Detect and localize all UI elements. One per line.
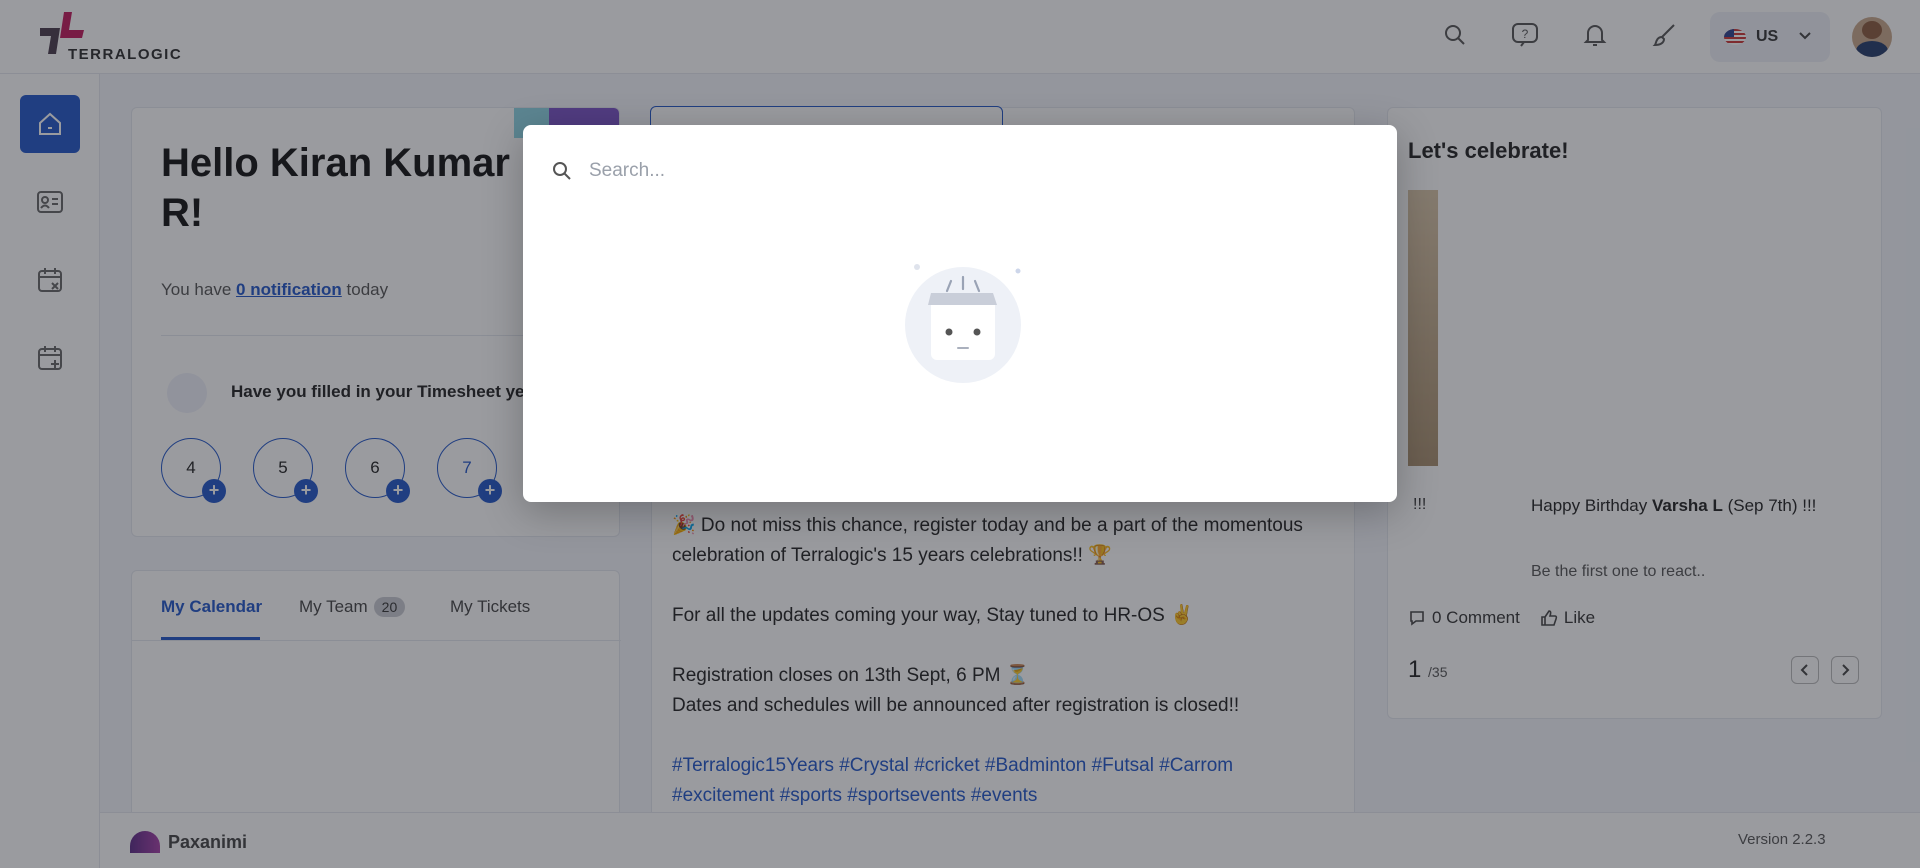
search-modal — [523, 125, 1397, 502]
empty-results-illustration — [905, 264, 1021, 383]
search-bar — [551, 151, 1371, 191]
search-icon — [553, 162, 571, 180]
search-input[interactable] — [589, 160, 1349, 182]
